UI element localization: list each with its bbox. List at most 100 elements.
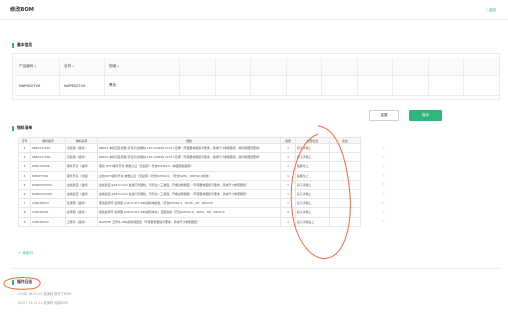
- cell-quantity[interactable]: 1: [280, 142, 296, 154]
- back-link[interactable]: 〈 返回: [484, 8, 496, 13]
- cell-quantity[interactable]: 1: [280, 198, 296, 209]
- save-button[interactable]: 保存: [409, 110, 442, 121]
- empty-header: [215, 58, 252, 76]
- table-row: 7 C08136013 装饰圈（插件） 黑色装饰环 装饰圈 φ36.5x4Y3 ABS…: [18, 198, 361, 209]
- name-header: 名称: [60, 58, 105, 76]
- cell-quantity[interactable]: 2: [280, 207, 296, 218]
- cell-spec: 黑色装饰环 装饰圈 φ36.5x4Y3 ABS颜料电镀色（符合ROHS2.0、P…: [97, 198, 281, 209]
- cell-quantity[interactable]: 1: [280, 179, 296, 190]
- cell-position[interactable]: 纸子手箱上: [295, 152, 330, 163]
- empty-header: [464, 58, 500, 76]
- operation-log-title: 操作日志: [17, 279, 33, 284]
- cell-quantity[interactable]: 1: [280, 188, 296, 200]
- cell-material-name: 撕条开关（插件）: [65, 161, 98, 172]
- cell-remark[interactable]: [329, 170, 361, 181]
- cell-index: 9: [18, 216, 31, 227]
- cell-spec: 金属扳钮 φ28.5×412 金属闪光颗粒，带局边（三角面，开槽边两侧面）（环保…: [97, 179, 281, 190]
- table-row: 2 8665217002 包装箱（插件） 880X1 本机包装纸箱 带包平台规格113…: [18, 152, 361, 163]
- cell-remark[interactable]: [329, 152, 361, 163]
- cell-index: 5: [18, 179, 31, 190]
- cell-position[interactable]: 接子手箱上: [295, 207, 330, 218]
- trash-icon[interactable]: 🗑: [378, 171, 388, 180]
- log-entry: 02/07 10:11:11 路演林 创建BOM: [18, 301, 68, 305]
- cell-material-code: 8665217002: [30, 152, 66, 163]
- cell-spec: NAP6/5F 云饰条 ABS颜料纯银色（环保要求跟随平要求，具体尺寸参照图纸）: [97, 216, 281, 227]
- cell-material-code: P0060557004: [30, 188, 66, 200]
- cell-remark[interactable]: [329, 179, 361, 190]
- cell-material-name: 撕条开关（北极）: [65, 170, 98, 181]
- cell-material-code: P0060557001: [30, 179, 66, 190]
- trash-icon[interactable]: 🗑: [378, 207, 388, 216]
- cell-position[interactable]: 接子手箱上: [295, 198, 330, 209]
- cell-quantity[interactable]: 1: [280, 216, 296, 227]
- cell-material-name: 云饰条（插件）: [65, 216, 98, 227]
- divider: [12, 268, 500, 269]
- trash-icon[interactable]: 🗑: [378, 152, 388, 161]
- trash-icon[interactable]: 🗑: [378, 189, 388, 198]
- empty-header: [180, 58, 216, 76]
- empty-header: [322, 58, 358, 76]
- cell-spec: 880X1 本机包装纸箱 带包平台规格1130.2x6990.2x75.5瓦楞（…: [97, 152, 281, 163]
- empty-header: [286, 58, 323, 76]
- cell-quantity[interactable]: 1: [280, 161, 296, 172]
- cell-remark[interactable]: [329, 188, 361, 200]
- name-value[interactable]: NAP6027VX: [60, 76, 105, 96]
- cell-remark[interactable]: [329, 142, 361, 154]
- cell-spec: 银色装饰环 装饰圈 φ36.5x4Y3 ABS颜料本色，银镀色格（符合ROHS2…: [97, 207, 281, 218]
- product-code-value[interactable]: NAP6027VX: [15, 76, 60, 96]
- section-marker: [12, 279, 14, 285]
- trash-icon[interactable]: 🗑: [378, 217, 388, 226]
- cell-quantity[interactable]: 1: [280, 170, 296, 181]
- cell-position[interactable]: 接子手箱盖上: [295, 216, 330, 227]
- empty-cell: [322, 76, 358, 96]
- cell-position[interactable]: 纸子手箱上: [295, 142, 330, 154]
- cell-remark[interactable]: [329, 161, 361, 172]
- cell-remark[interactable]: [329, 216, 361, 227]
- bom-table: 序号 物料编号 物料名称 规格 用量 使用位置 备注 1 8665217001 包装…: [18, 137, 361, 227]
- basic-info-heading: 基本信息: [12, 42, 32, 48]
- delete-column: 🗑 🗑 🗑 🗑 🗑 🗑 🗑 🗑 🗑: [378, 137, 388, 226]
- page-header: 修改BOM 〈 返回: [0, 0, 508, 20]
- cell-material-code: 8981.06006: [30, 161, 66, 172]
- spec-header: 规格: [105, 58, 180, 76]
- cell-remark[interactable]: [329, 198, 361, 209]
- cell-spec: 黑色 KCF3撕条开关 参数认证（无起卸）符合ROHS2.0（单面刷颜面转）: [97, 161, 281, 172]
- cell-index: 1: [18, 142, 31, 154]
- trash-icon[interactable]: 🗑: [378, 161, 388, 170]
- operation-log-heading: 操作日志: [12, 279, 32, 285]
- table-row: 6 P0060557004 金属扳钮（插件） 金属扳钮 φ28.5×412 金属闪光颗…: [18, 188, 361, 200]
- product-code-header: 产品编码: [15, 58, 60, 76]
- cell-material-code: 8981F7002: [30, 170, 66, 181]
- cell-material-code: C08136001: [30, 207, 66, 218]
- empty-header: [357, 58, 394, 76]
- cell-position[interactable]: 接子手箱上: [295, 188, 330, 200]
- table-row: 9 C08136020 云饰条（插件） NAP6/5F 云饰条 ABS颜料纯银色（环保…: [18, 216, 361, 227]
- cell-position[interactable]: 贴撕条上: [295, 161, 330, 172]
- cell-index: 3: [18, 161, 31, 172]
- spec-value[interactable]: 黑色: [105, 76, 180, 96]
- trash-icon[interactable]: 🗑: [378, 143, 388, 152]
- cell-index: 4: [18, 170, 31, 181]
- empty-cell: [464, 76, 500, 96]
- trash-icon[interactable]: 🗑: [378, 180, 388, 189]
- reset-button[interactable]: 重置: [369, 110, 399, 121]
- empty-header: [251, 58, 287, 76]
- cell-position[interactable]: 接子手箱上: [295, 179, 330, 190]
- cell-remark[interactable]: [329, 207, 361, 218]
- cell-spec: 白色KCF3撕条开关 参数认证（无起卸）符合ROHS2.0，（符合PAHS、RO…: [97, 170, 281, 181]
- cell-quantity[interactable]: 1: [280, 152, 296, 163]
- empty-cell: [357, 76, 394, 96]
- cell-spec: 880X1 本机包装纸箱 带包平台规格1130.2x6990.2x75.5瓦楞（…: [97, 142, 281, 154]
- add-row-button[interactable]: + 添加行: [18, 251, 33, 256]
- trash-icon[interactable]: 🗑: [378, 198, 388, 207]
- table-row: 5 P0060557001 金属扳钮（插件） 金属扳钮 φ28.5×412 金属闪光颗…: [18, 179, 361, 190]
- table-row: 3 8981.06006 撕条开关（插件） 黑色 KCF3撕条开关 参数认证（无起卸）…: [18, 161, 361, 172]
- cell-index: 7: [18, 198, 31, 209]
- cell-position[interactable]: 贴撕条上: [295, 170, 330, 181]
- cell-spec: 金属扳钮 φ28.5×412 金属闪光颗粒，带局边（三角面，开槽边两侧面）（环保…: [97, 188, 281, 200]
- cell-material-code: C08136013: [30, 198, 66, 209]
- empty-cell: [428, 76, 465, 96]
- section-marker: [12, 125, 14, 131]
- cell-index: 8: [18, 207, 31, 218]
- cell-material-name: 金属扳钮（插件）: [65, 188, 98, 200]
